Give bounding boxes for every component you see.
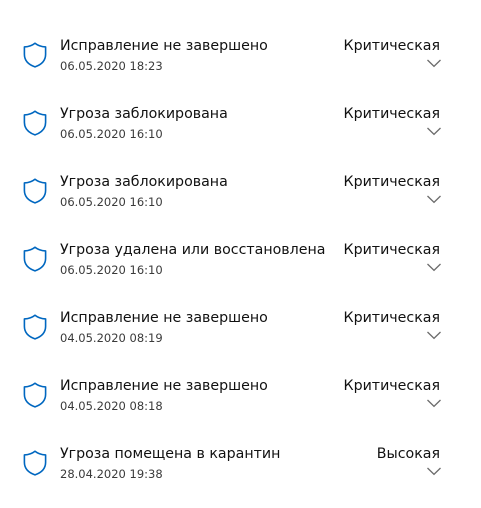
threat-severity: Критическая xyxy=(343,378,441,394)
threat-item[interactable]: Угроза заблокирована 06.05.2020 16:10 Кр… xyxy=(0,136,481,209)
threat-title: Исправление не завершено xyxy=(60,38,268,54)
chevron-down-icon[interactable] xyxy=(426,466,442,476)
shield-icon xyxy=(23,42,47,68)
shield-icon xyxy=(23,382,47,408)
threat-title: Угроза заблокирована xyxy=(60,174,228,190)
threat-title: Угроза заблокирована xyxy=(60,106,228,122)
shield-icon xyxy=(23,110,47,136)
threat-severity: Высокая xyxy=(376,446,440,462)
threat-severity: Критическая xyxy=(343,310,441,326)
threat-item[interactable]: Угроза заблокирована 06.05.2020 16:10 Кр… xyxy=(0,68,481,141)
shield-icon xyxy=(23,246,47,272)
threat-severity: Критическая xyxy=(343,38,441,54)
threat-item[interactable]: Исправление не завершено 04.05.2020 08:1… xyxy=(0,272,481,345)
threat-date: 28.04.2020 19:38 xyxy=(60,467,163,481)
shield-icon xyxy=(23,450,47,476)
chevron-down-icon[interactable] xyxy=(426,194,442,204)
threat-item[interactable]: Угроза помещена в карантин 28.04.2020 19… xyxy=(0,408,481,481)
threat-item[interactable]: Исправление не завершено 04.05.2020 08:1… xyxy=(0,340,481,413)
chevron-down-icon[interactable] xyxy=(426,58,442,68)
chevron-down-icon[interactable] xyxy=(426,330,442,340)
chevron-down-icon[interactable] xyxy=(426,126,442,136)
threat-severity: Критическая xyxy=(343,242,441,258)
threat-title: Исправление не завершено xyxy=(60,310,268,326)
threat-title: Исправление не завершено xyxy=(60,378,268,394)
chevron-down-icon[interactable] xyxy=(426,262,442,272)
threat-item[interactable]: Исправление не завершено 06.05.2020 18:2… xyxy=(0,0,481,73)
shield-icon xyxy=(23,314,47,340)
threat-title: Угроза помещена в карантин xyxy=(60,446,281,462)
shield-icon xyxy=(23,178,47,204)
threat-item[interactable]: Угроза удалена или восстановлена 06.05.2… xyxy=(0,204,481,277)
chevron-down-icon[interactable] xyxy=(426,398,442,408)
threat-severity: Критическая xyxy=(343,174,441,190)
threat-severity: Критическая xyxy=(343,106,441,122)
threat-title: Угроза удалена или восстановлена xyxy=(60,242,326,258)
